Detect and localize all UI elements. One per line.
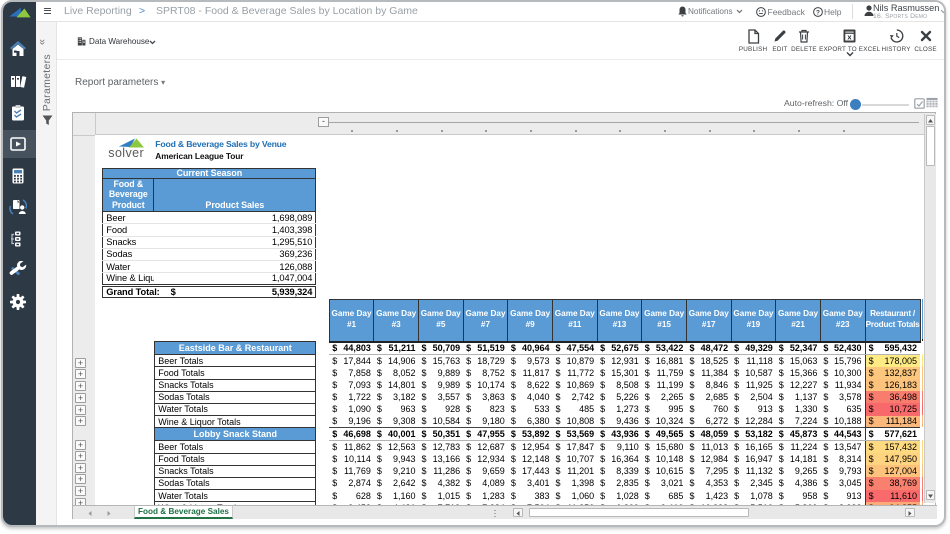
svg-text:?: ? [816, 9, 820, 16]
